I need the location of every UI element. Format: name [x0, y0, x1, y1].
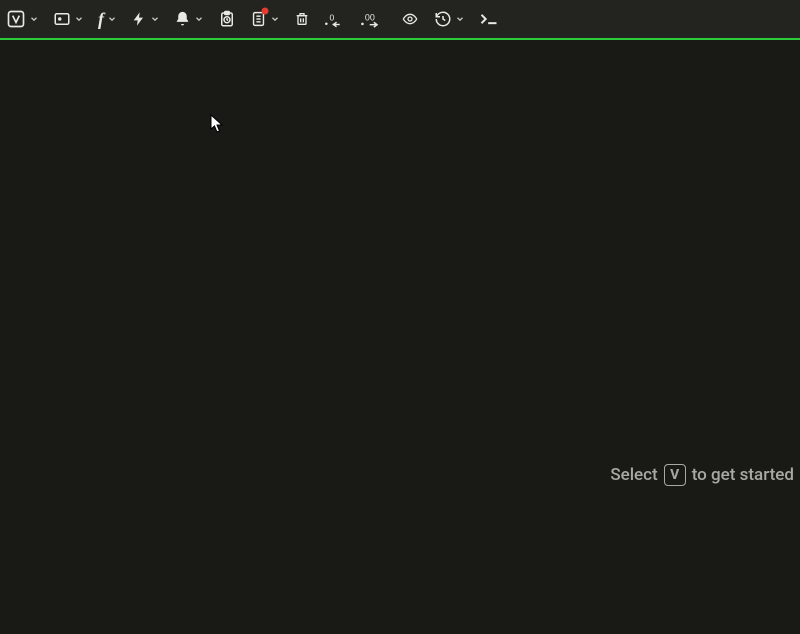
clipboard-time[interactable] [218, 9, 236, 29]
terminal[interactable] [479, 12, 499, 26]
decrease-decimal-icon: 0 [324, 10, 346, 28]
chevron-down-icon [107, 14, 117, 24]
svg-text:00: 00 [365, 13, 375, 23]
chevron-down-icon [455, 14, 465, 24]
chevron-down-icon [150, 14, 160, 24]
actions-menu[interactable] [131, 10, 160, 28]
notes-menu[interactable] [250, 9, 280, 29]
v-box-icon [6, 9, 26, 29]
v-key-icon: V [664, 464, 686, 486]
panel-icon [53, 10, 71, 28]
chevron-down-icon [29, 14, 39, 24]
notes-icon [250, 9, 267, 29]
bell-icon [174, 10, 191, 28]
delete[interactable] [294, 10, 310, 28]
svg-text:0: 0 [330, 13, 335, 23]
eye-icon [400, 11, 420, 27]
bolt-icon [131, 10, 147, 28]
workspace: Select V to get started [0, 40, 800, 634]
visibility[interactable] [400, 11, 420, 27]
clipboard-clock-icon [218, 9, 236, 29]
alerts-menu[interactable] [174, 10, 204, 28]
increase-decimal-icon: 00 [360, 10, 386, 28]
function-icon: f [98, 9, 104, 30]
trash-icon [294, 10, 310, 28]
increase-decimal[interactable]: 00 [360, 10, 386, 28]
get-started-hint: Select V to get started [610, 464, 794, 486]
hint-text-after: to get started [692, 465, 794, 485]
terminal-icon [479, 12, 499, 26]
toolbar: f [0, 0, 800, 38]
panel-menu[interactable] [53, 10, 84, 28]
history-icon [434, 10, 452, 28]
chevron-down-icon [74, 14, 84, 24]
history-menu[interactable] [434, 10, 465, 28]
brand-menu[interactable] [6, 9, 39, 29]
function-menu[interactable]: f [98, 9, 117, 30]
chevron-down-icon [270, 14, 280, 24]
cursor-icon [210, 114, 226, 138]
decrease-decimal[interactable]: 0 [324, 10, 346, 28]
hint-text-before: Select [610, 465, 657, 485]
chevron-down-icon [194, 14, 204, 24]
